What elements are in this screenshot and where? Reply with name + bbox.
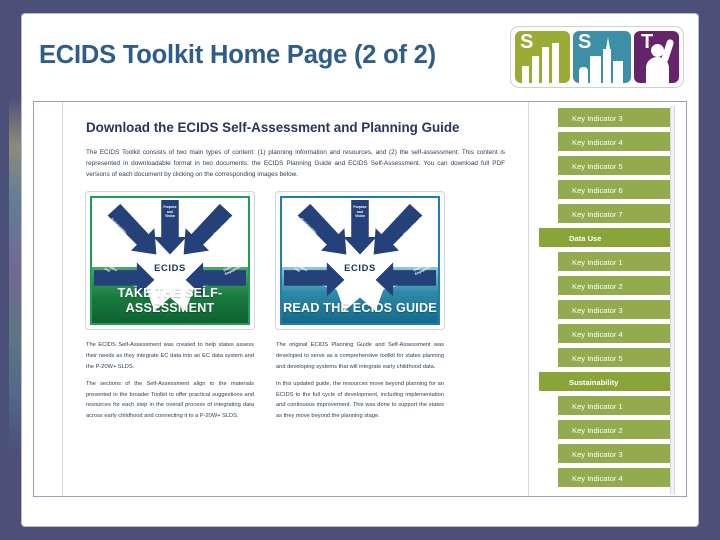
sidebar-item-key-indicator[interactable]: Key Indicator 3 bbox=[557, 107, 672, 128]
article-region: Download the ECIDS Self-Assessment and P… bbox=[64, 102, 527, 496]
logo-letter-t: T bbox=[641, 31, 654, 53]
slide-header: ECIDS Toolkit Home Page (2 of 2) S S T bbox=[22, 14, 698, 100]
self-assessment-description: The ECIDS Self-Assessment was created to… bbox=[86, 340, 254, 428]
self-assessment-card-art: ECIDS Purpose and Vision Sustainability … bbox=[90, 196, 250, 326]
self-assessment-card[interactable]: ECIDS Purpose and Vision Sustainability … bbox=[86, 192, 254, 330]
sidebar-nav-list: Key Indicator 3 Key Indicator 4 Key Indica… bbox=[529, 107, 674, 491]
webpage-sidebar: Key Indicator 3 Key Indicator 4 Key Indica… bbox=[528, 102, 686, 496]
webpage-left-margin bbox=[34, 102, 63, 496]
ecids-guide-card-art: ECIDS Purpose and Vision Sustainability … bbox=[280, 196, 440, 326]
sidebar-item-key-indicator[interactable]: Key Indicator 2 bbox=[557, 419, 672, 440]
sidebar-item-key-indicator[interactable]: Key Indicator 2 bbox=[557, 275, 672, 296]
ecids-guide-card-caption: READ THE ECIDS GUIDE bbox=[283, 301, 437, 316]
self-assessment-card-caption: TAKE THE SELF-ASSESSMENT bbox=[117, 285, 223, 316]
sst-logo: S S T bbox=[510, 26, 684, 88]
embedded-webpage-screenshot: Download the ECIDS Self-Assessment and P… bbox=[33, 101, 687, 497]
sidebar-item-key-indicator[interactable]: Key Indicator 7 bbox=[557, 203, 672, 224]
planning-guide-description: The original ECIDS Planning Guide and Se… bbox=[276, 340, 444, 428]
article-heading: Download the ECIDS Self-Assessment and P… bbox=[86, 120, 460, 135]
logo-panel-statistics: S bbox=[515, 31, 570, 83]
sidebar-item-key-indicator[interactable]: Key Indicator 1 bbox=[557, 395, 672, 416]
arrow-label-purpose: Purpose and Vision bbox=[163, 205, 177, 218]
sidebar-item-key-indicator[interactable]: Key Indicator 4 bbox=[557, 467, 672, 488]
sidebar-item-key-indicator[interactable]: Key Indicator 4 bbox=[557, 323, 672, 344]
arrow-label-purpose: Purpose and Vision bbox=[353, 205, 367, 218]
sidebar-item-key-indicator[interactable]: Key Indicator 1 bbox=[557, 251, 672, 272]
sidebar-item-key-indicator[interactable]: Key Indicator 5 bbox=[557, 347, 672, 368]
logo-panel-team: T bbox=[634, 31, 679, 83]
description-paragraph: The sections of the Self-Assessment alig… bbox=[86, 381, 254, 419]
sidebar-scrollbar[interactable] bbox=[670, 106, 675, 494]
ecids-guide-card[interactable]: ECIDS Purpose and Vision Sustainability … bbox=[276, 192, 444, 330]
sidebar-item-key-indicator[interactable]: Key Indicator 3 bbox=[557, 443, 672, 464]
logo-letter-s1: S bbox=[520, 31, 534, 53]
slide-canvas: ECIDS Toolkit Home Page (2 of 2) S S T D… bbox=[22, 14, 698, 526]
description-paragraph: The ECIDS Self-Assessment was created to… bbox=[86, 342, 254, 370]
document-card-row: ECIDS Purpose and Vision Sustainability … bbox=[86, 192, 505, 330]
page-title: ECIDS Toolkit Home Page (2 of 2) bbox=[39, 41, 436, 69]
sidebar-section-data-use[interactable]: Data Use bbox=[538, 227, 672, 248]
article-intro-paragraph: The ECIDS Toolkit consists of two main t… bbox=[86, 148, 505, 179]
webpage-canvas: Download the ECIDS Self-Assessment and P… bbox=[34, 102, 686, 496]
left-edge-gradient bbox=[9, 0, 22, 540]
sidebar-item-key-indicator[interactable]: Key Indicator 6 bbox=[557, 179, 672, 200]
sidebar-item-key-indicator[interactable]: Key Indicator 4 bbox=[557, 131, 672, 152]
sidebar-item-key-indicator[interactable]: Key Indicator 5 bbox=[557, 155, 672, 176]
sidebar-item-key-indicator[interactable]: Key Indicator 3 bbox=[557, 299, 672, 320]
logo-panel-city: S bbox=[573, 31, 631, 83]
sidebar-section-sustainability[interactable]: Sustainability bbox=[538, 371, 672, 392]
logo-letter-s2: S bbox=[578, 31, 592, 53]
description-paragraph: The original ECIDS Planning Guide and Se… bbox=[276, 342, 444, 370]
description-row: The ECIDS Self-Assessment was created to… bbox=[86, 340, 505, 428]
description-paragraph: In this updated guide, the resources mov… bbox=[276, 381, 444, 419]
